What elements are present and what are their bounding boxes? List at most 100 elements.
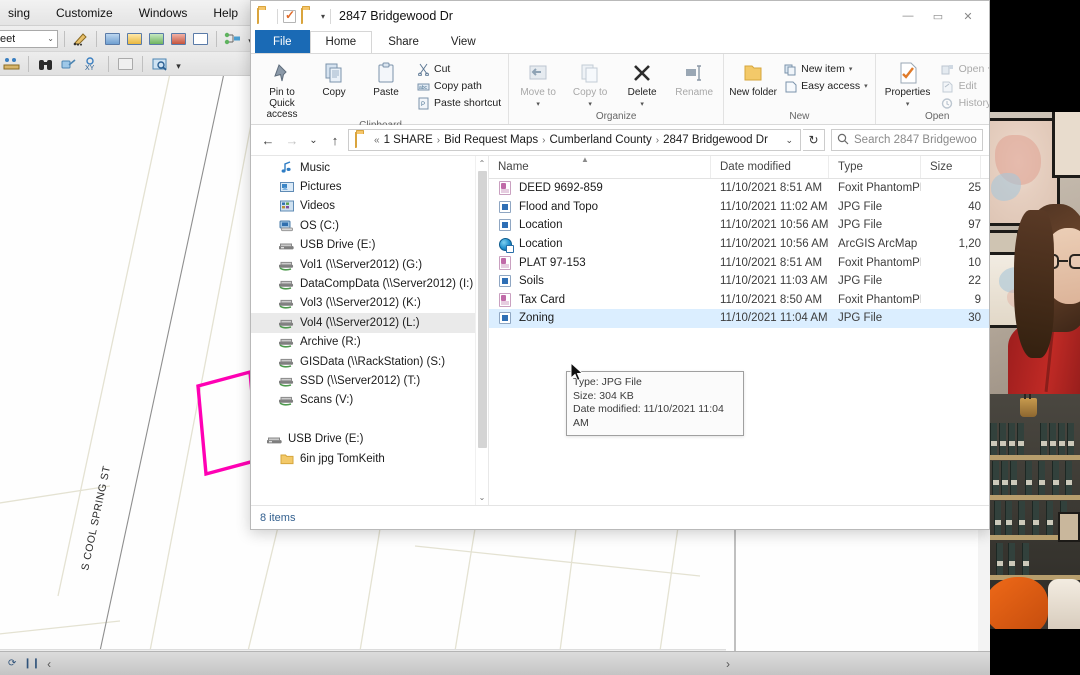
chevron-down-icon[interactable]: ⌄ [780, 135, 798, 146]
tab-share[interactable]: Share [372, 31, 435, 53]
table-window-icon[interactable] [103, 29, 122, 48]
open-button[interactable]: Open ▾ [938, 61, 989, 77]
menu-item-windows[interactable]: Windows [135, 4, 192, 22]
nav-item-vol1-server2012-g[interactable]: Vol1 (\\Server2012) (G:) [251, 255, 488, 274]
hyperlink-icon[interactable] [59, 54, 78, 73]
chevron-down-icon[interactable]: ▾ [640, 99, 644, 110]
properties-check-icon[interactable] [283, 8, 296, 23]
file-name-cell[interactable]: Tax Card [489, 291, 711, 310]
breadcrumb-cumberland-county[interactable]: Cumberland County [549, 134, 651, 146]
navigation-tree[interactable]: Music Pictures Videos OS (C:) USB Drive (E:)… [251, 156, 488, 468]
menu-item-processing[interactable]: sing [4, 4, 34, 22]
breadcrumb-bid-request-maps[interactable]: Bid Request Maps [444, 134, 538, 146]
history-button[interactable]: History [938, 95, 989, 111]
measure-icon[interactable] [2, 54, 21, 73]
breadcrumb-1-share[interactable]: 1 SHARE [384, 134, 433, 146]
column-header-date-modified[interactable]: Date modified [711, 156, 829, 178]
file-name-cell[interactable]: PLAT 97-153 [489, 253, 711, 272]
nav-item-scans-v[interactable]: Scans (V:) [251, 391, 488, 410]
geoprocessing-model-icon[interactable] [223, 29, 242, 48]
menu-item-customize[interactable]: Customize [52, 4, 117, 22]
column-header-name[interactable]: Name [489, 156, 711, 178]
new-folder-button[interactable]: New folder [728, 58, 778, 98]
nav-item-archive-r[interactable]: Archive (R:) [251, 333, 488, 352]
column-header-size[interactable]: Size [921, 156, 981, 178]
second-webcam[interactable] [990, 394, 1080, 629]
recent-locations-icon[interactable]: ⌄ [305, 129, 322, 151]
refresh-icon[interactable]: ↻ [803, 129, 825, 151]
table-row[interactable]: PLAT 97-153 11/10/2021 8:51 AM Foxit Phant… [489, 253, 989, 272]
table-row[interactable]: Zoning 11/10/2021 11:04 AM JPG File 30 [489, 309, 989, 328]
delete-button[interactable]: Delete ▾ [617, 58, 667, 110]
navigation-scrollbar[interactable]: ⌃ ⌄ [475, 156, 488, 505]
chevron-down-icon[interactable]: ▾ [536, 99, 540, 110]
close-button[interactable]: ✕ [953, 5, 983, 27]
folder-icon[interactable] [257, 8, 272, 24]
scrollbar-thumb[interactable] [478, 171, 487, 448]
table-row[interactable]: Soils 11/10/2021 11:03 AM JPG File 22 [489, 272, 989, 291]
breadcrumb-overflow-icon[interactable]: « [373, 135, 381, 146]
presenter-webcam[interactable] [990, 112, 1080, 394]
breadcrumb-separator[interactable]: › [655, 135, 660, 146]
file-name-cell[interactable]: Zoning [489, 309, 711, 328]
copy-to-button[interactable]: Copy to ▾ [565, 58, 615, 110]
search-window-icon[interactable] [147, 29, 166, 48]
nav-item-music[interactable]: Music [251, 158, 488, 177]
create-viewer-icon[interactable] [150, 54, 169, 73]
collapse-left-icon[interactable]: ‹ [47, 657, 51, 671]
edit-button[interactable]: Edit [938, 78, 989, 94]
tab-home[interactable]: Home [309, 31, 373, 53]
file-list-pane[interactable]: ▲ Name Date modified Type Size DEED 9692… [489, 155, 989, 505]
forward-arrow-icon[interactable]: → [281, 129, 303, 151]
nav-item-gisdata-rackstation-s[interactable]: GISData (\\RackStation) (S:) [251, 352, 488, 371]
tab-file[interactable]: File [255, 30, 310, 53]
breadcrumb-current-folder[interactable]: 2847 Bridgewood Dr [663, 134, 768, 146]
table-row[interactable]: Flood and Topo 11/10/2021 11:02 AM JPG Fil… [489, 198, 989, 217]
scroll-up-icon[interactable]: ⌃ [479, 156, 486, 171]
menu-item-help[interactable]: Help [209, 4, 242, 22]
maximize-button[interactable]: ▭ [923, 5, 953, 27]
up-arrow-icon[interactable]: ↑ [324, 129, 346, 151]
chevron-down-icon[interactable]: ▾ [588, 99, 592, 110]
expand-right-icon[interactable]: › [726, 657, 730, 671]
catalog-window-icon[interactable] [125, 29, 144, 48]
file-rows[interactable]: DEED 9692-859 11/10/2021 8:51 AM Foxit Pha… [489, 179, 989, 505]
video-call-panel[interactable] [990, 0, 1080, 675]
breadcrumb-separator[interactable]: › [436, 135, 441, 146]
goto-xy-icon[interactable]: XY [82, 54, 101, 73]
nav-item-usb-drive-e[interactable]: USB Drive (E:) [251, 236, 488, 255]
rename-button[interactable]: Rename [669, 58, 719, 98]
nav-item-6in-jpg-tomkeith[interactable]: 6in jpg TomKeith [251, 449, 488, 468]
pause-icon[interactable]: ❙❙ [23, 658, 40, 669]
nav-item-vol3-server2012-k[interactable]: Vol3 (\\Server2012) (K:) [251, 294, 488, 313]
nav-item-vol4-server2012-l[interactable]: Vol4 (\\Server2012) (L:) [251, 313, 488, 333]
navigation-pane[interactable]: Music Pictures Videos OS (C:) USB Drive (E:)… [251, 156, 489, 505]
table-row[interactable]: Location 11/10/2021 10:56 AM ArcGIS ArcMap… [489, 235, 989, 254]
time-slider-icon[interactable] [116, 54, 135, 73]
find-binoculars-icon[interactable] [36, 54, 55, 73]
search-input[interactable]: Search 2847 Bridgewoo [831, 129, 983, 151]
file-name-cell[interactable]: Flood and Topo [489, 198, 711, 217]
pin-to-quick-access-button[interactable]: Pin to Quick access [257, 58, 307, 120]
nav-item-videos[interactable]: Videos [251, 197, 488, 216]
nav-item-ssd-server2012-t[interactable]: SSD (\\Server2012) (T:) [251, 371, 488, 390]
file-explorer-window[interactable]: ▾ 2847 Bridgewood Dr — ▭ ✕ File Home Sha… [250, 0, 990, 530]
cut-button[interactable]: Cut [413, 61, 504, 77]
nav-item-datacompdata-server2012-i[interactable]: DataCompData (\\Server2012) (I:) [251, 274, 488, 293]
properties-button[interactable]: Properties ▾ [880, 58, 936, 110]
new-item-button[interactable]: New item ▾ [780, 61, 870, 77]
new-folder-icon[interactable] [301, 8, 316, 24]
nav-item-os-c[interactable]: OS (C:) [251, 216, 488, 235]
file-name-cell[interactable]: DEED 9692-859 [489, 179, 711, 198]
chevron-down-icon[interactable]: ▾ [864, 80, 868, 93]
layout-window-icon[interactable] [191, 29, 210, 48]
copy-button[interactable]: Copy [309, 58, 359, 98]
easy-access-button[interactable]: Easy access ▾ [780, 78, 870, 94]
move-to-button[interactable]: Move to ▾ [513, 58, 563, 110]
breadcrumb-separator[interactable]: › [541, 135, 546, 146]
scroll-down-icon[interactable]: ⌄ [479, 490, 486, 505]
copy-path-button[interactable]: abc Copy path [413, 78, 504, 94]
chevron-down-icon[interactable]: ▾ [906, 99, 910, 110]
minimize-button[interactable]: — [893, 5, 923, 27]
table-row[interactable]: Tax Card 11/10/2021 8:50 AM Foxit PhantomP… [489, 291, 989, 310]
